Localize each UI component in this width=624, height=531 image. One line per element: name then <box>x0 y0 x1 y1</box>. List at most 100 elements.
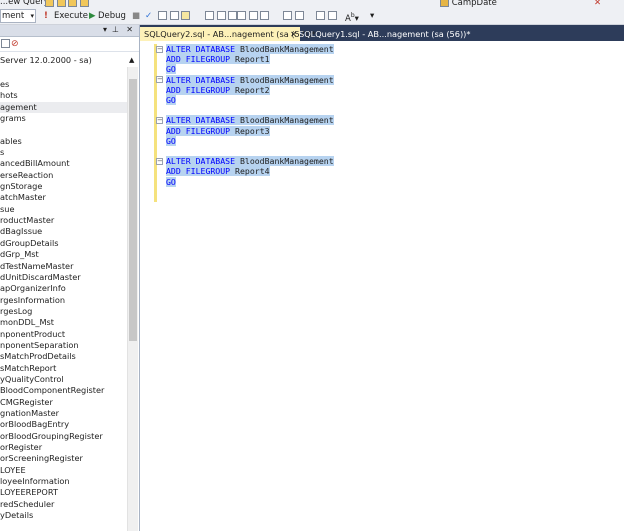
chevron-down-icon: ▾ <box>30 12 34 20</box>
tree-node[interactable]: agement <box>0 101 127 114</box>
uncomment-lines-icon[interactable] <box>294 11 304 20</box>
open-file-icon[interactable] <box>45 0 54 7</box>
tree-node[interactable]: CMGRegister <box>0 397 127 408</box>
tree-node[interactable]: dTestNameMaster <box>0 261 127 272</box>
toolbar-options-icon[interactable]: ▾ <box>370 8 374 24</box>
tree-node[interactable]: gnationMaster <box>0 408 127 419</box>
tree-node[interactable]: orScreeningRegister <box>0 453 127 464</box>
tree-node[interactable]: ancedBillAmount <box>0 158 127 169</box>
server-node[interactable]: Server 12.0.2000 - sa) <box>0 55 92 65</box>
live-stats-icon[interactable] <box>216 11 226 20</box>
tree-node[interactable]: ables <box>0 136 127 147</box>
execute-icon: ! <box>44 11 48 21</box>
collapse-icon[interactable]: − <box>156 76 163 84</box>
results-to-grid-icon[interactable] <box>248 11 258 20</box>
tree-node[interactable]: nponentSeparation <box>0 340 127 351</box>
tree-node[interactable]: LOYEEREPORT <box>0 487 127 498</box>
save-icon[interactable] <box>56 0 66 7</box>
scroll-up-icon[interactable]: ▲ <box>129 56 134 64</box>
specify-values-icon[interactable]: Ab▾ <box>345 8 359 24</box>
comment-lines-icon[interactable] <box>283 11 292 20</box>
query-options-icon[interactable] <box>169 11 179 20</box>
filter-icon[interactable] <box>1 39 10 48</box>
tree-node[interactable]: loyeeInformation <box>0 476 127 487</box>
tree-node[interactable]: dUnitDiscardMaster <box>0 272 127 283</box>
results-to-text-icon[interactable] <box>237 11 246 20</box>
tree-node[interactable]: sMatchReport <box>0 363 127 374</box>
cut-icon[interactable] <box>80 0 90 7</box>
tree-node[interactable]: rgesLog <box>0 306 127 317</box>
sql-code-editor[interactable]: − ALTER DATABASE BloodBankManagement ADD F… <box>140 41 624 531</box>
tree-node[interactable]: grams <box>0 113 127 124</box>
code-line: GO <box>166 95 176 105</box>
document-tab-strip: SQLQuery2.sql - AB...nagement (sa (57))*… <box>140 25 624 41</box>
tree-node[interactable] <box>0 124 127 135</box>
tree-node[interactable]: dGroupDetails <box>0 238 127 249</box>
tree-node[interactable]: monDDL_Mst <box>0 317 127 328</box>
tree-node[interactable]: hots <box>0 90 127 101</box>
tree-node[interactable]: gnStorage <box>0 181 127 192</box>
debug-icon: ▶ <box>89 11 96 21</box>
cancel-query-icon[interactable]: ■ <box>132 8 140 24</box>
tree-node[interactable]: LOYEE <box>0 465 127 476</box>
indent-icons <box>316 8 337 24</box>
code-line-text: ADD FILEGROUP Report2 <box>166 84 270 95</box>
database-selector-value: CampDate <box>451 0 497 8</box>
query-editor-area: SQLQuery2.sql - AB...nagement (sa (57))*… <box>140 25 624 531</box>
tree-node[interactable]: BloodComponentRegister <box>0 385 127 396</box>
code-line: ALTER DATABASE BloodBankManagement <box>166 156 334 167</box>
object-explorer-panel: ▾ ⊥ ✕ ⊘ Server 12.0.2000 - sa) ▲ es hots a… <box>0 25 140 531</box>
comment-icons <box>283 8 304 24</box>
tree-node[interactable]: es <box>0 79 127 90</box>
close-panel-icon[interactable]: ✕ <box>126 25 133 34</box>
tab-sqlquery2[interactable]: SQLQuery2.sql - AB...nagement (sa (57))*… <box>140 27 315 41</box>
code-line-text: GO <box>166 95 176 105</box>
parse-icon[interactable]: ✓ <box>145 8 152 24</box>
include-plan-icons <box>205 8 238 24</box>
pin-icon[interactable]: ⊥ <box>112 25 119 34</box>
dropdown-icon[interactable]: ▾ <box>103 25 107 34</box>
execute-button[interactable]: Execute <box>54 8 88 24</box>
code-line: GO <box>166 135 176 146</box>
code-line: ADD FILEGROUP Report4 <box>166 166 270 177</box>
collapse-icon[interactable]: − <box>156 45 163 53</box>
vertical-scrollbar[interactable] <box>127 67 138 531</box>
tree-node[interactable]: orBloodGroupingRegister <box>0 431 127 442</box>
actual-plan-icon[interactable] <box>205 11 214 20</box>
results-to-file-icon[interactable] <box>260 11 270 20</box>
tree-node[interactable]: sMatchProdDetails <box>0 351 127 362</box>
tree-node[interactable]: sue <box>0 204 127 215</box>
display-plan-icon[interactable] <box>158 11 167 20</box>
object-explorer-header: ▾ ⊥ ✕ <box>0 25 139 37</box>
tree-node[interactable]: nponentProduct <box>0 329 127 340</box>
tree-node[interactable]: redScheduler <box>0 499 127 510</box>
tree-node[interactable]: roductMaster <box>0 215 127 226</box>
tree-node[interactable]: rgesInformation <box>0 295 127 306</box>
stop-icon[interactable]: ⊘ <box>11 39 19 49</box>
object-dropdown[interactable]: ment ▾ <box>0 9 36 23</box>
tree-node[interactable]: orRegister <box>0 442 127 453</box>
tree-node[interactable]: apOrganizerInfo <box>0 283 127 294</box>
tree-node[interactable]: orBloodBagEntry <box>0 419 127 430</box>
decrease-indent-icon[interactable] <box>316 11 325 20</box>
results-to-icons <box>237 8 270 24</box>
tree-node[interactable]: dGrp_Mst <box>0 249 127 260</box>
tree-node[interactable]: yDetails <box>0 510 127 521</box>
increase-indent-icon[interactable] <box>327 11 337 20</box>
intellisense-icon[interactable] <box>181 11 191 20</box>
code-line-text: ADD FILEGROUP Report1 <box>166 54 270 65</box>
tab-sqlquery1[interactable]: SQLQuery1.sql - AB...nagement (sa (56))* <box>295 27 474 41</box>
collapse-icon[interactable]: − <box>156 157 163 165</box>
tree-node[interactable]: atchMaster <box>0 192 127 203</box>
tree-node[interactable]: dBagIssue <box>0 226 127 237</box>
code-line-text: ADD FILEGROUP Report4 <box>166 166 270 177</box>
scrollbar-thumb[interactable] <box>129 79 137 341</box>
code-line-text: ALTER DATABASE BloodBankManagement <box>166 115 334 126</box>
collapse-icon[interactable]: − <box>156 116 163 124</box>
tree-node[interactable]: yQualityControl <box>0 374 127 385</box>
debug-button[interactable]: Debug <box>98 8 126 24</box>
tree-node[interactable]: s <box>0 147 127 158</box>
tree-node[interactable]: erseReaction <box>0 170 127 181</box>
tab-label: SQLQuery1.sql - AB...nagement (sa (56))* <box>299 29 471 39</box>
save-all-icon[interactable] <box>68 0 78 7</box>
